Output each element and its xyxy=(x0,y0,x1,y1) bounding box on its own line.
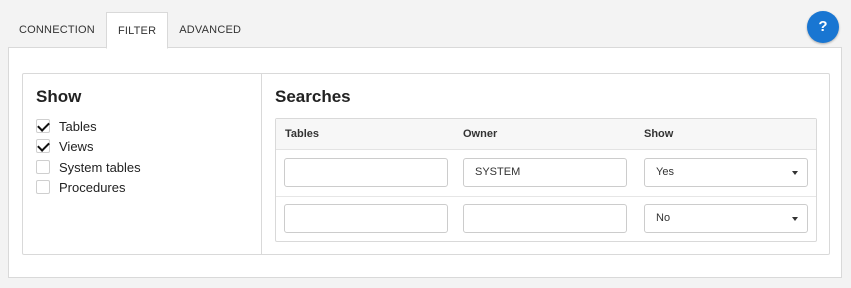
show-tables-option[interactable]: Tables xyxy=(36,118,97,134)
table-row: No xyxy=(276,196,816,243)
tables-label: Tables xyxy=(59,118,97,134)
tab-bar: CONNECTION FILTER ADVANCED xyxy=(8,12,252,49)
searches-title: Searches xyxy=(275,87,351,106)
help-button[interactable]: ? xyxy=(807,11,839,43)
show-title: Show xyxy=(36,87,82,106)
table-row: SYSTEM Yes xyxy=(276,150,816,196)
searches-header: Tables Owner Show xyxy=(276,119,816,150)
caret-down-icon xyxy=(792,217,798,221)
tab-connection[interactable]: CONNECTION xyxy=(8,12,106,47)
show-section: Show Tables Views System tables Procedur… xyxy=(23,74,262,254)
filter-panel: Show Tables Views System tables Procedur… xyxy=(8,47,842,278)
show-select[interactable]: No xyxy=(644,204,808,233)
owner-input[interactable]: SYSTEM xyxy=(463,158,627,187)
tables-input[interactable] xyxy=(284,158,448,187)
column-header-show: Show xyxy=(644,128,674,140)
views-checkbox[interactable] xyxy=(36,139,50,153)
procedures-checkbox[interactable] xyxy=(36,180,50,194)
system-tables-label: System tables xyxy=(59,159,141,175)
column-header-tables: Tables xyxy=(285,128,320,140)
tab-filter[interactable]: FILTER xyxy=(105,12,169,49)
caret-down-icon xyxy=(792,171,798,175)
tables-checkbox[interactable] xyxy=(36,119,50,133)
tables-input[interactable] xyxy=(284,204,448,233)
show-procedures-option[interactable]: Procedures xyxy=(36,179,125,195)
owner-input[interactable] xyxy=(463,204,627,233)
procedures-label: Procedures xyxy=(59,179,126,195)
help-icon: ? xyxy=(818,18,828,35)
show-select[interactable]: Yes xyxy=(644,158,808,187)
tab-advanced[interactable]: ADVANCED xyxy=(168,12,252,47)
show-select-value: Yes xyxy=(656,166,674,178)
searches-table: Tables Owner Show SYSTEM Yes No xyxy=(275,118,817,242)
filter-card: Show Tables Views System tables Procedur… xyxy=(22,73,830,255)
show-views-option[interactable]: Views xyxy=(36,138,93,154)
system-tables-checkbox[interactable] xyxy=(36,160,50,174)
show-system-tables-option[interactable]: System tables xyxy=(36,159,141,175)
column-header-owner: Owner xyxy=(463,128,498,140)
views-label: Views xyxy=(59,138,94,154)
show-select-value: No xyxy=(656,212,671,224)
